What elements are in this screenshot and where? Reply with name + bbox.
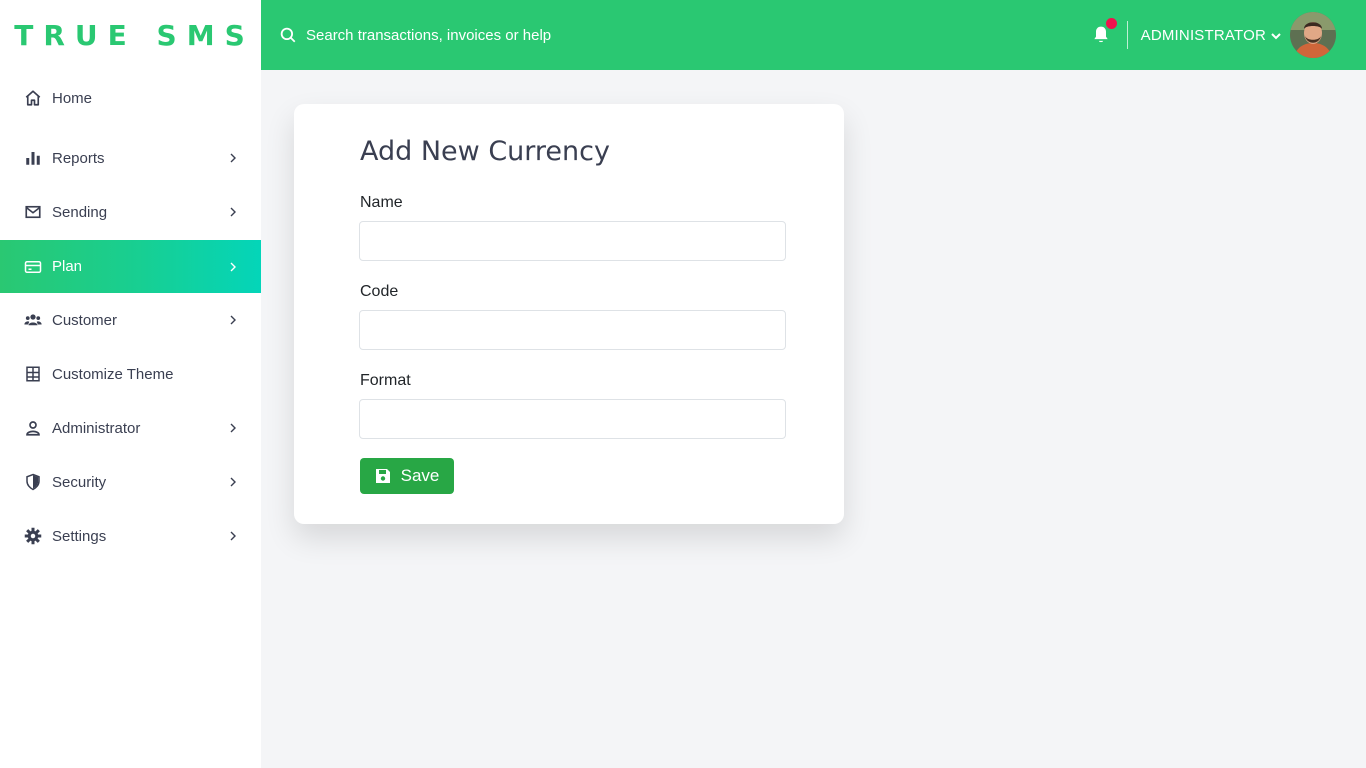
chevron-right-icon [227, 476, 239, 488]
envelope-icon [24, 203, 42, 221]
page-title: Add New Currency [360, 136, 610, 167]
sidebar-item-label: Reports [52, 149, 105, 167]
sidebar-item-security[interactable]: Security [0, 456, 261, 508]
add-currency-card: Add New Currency Name Code Format Save [294, 104, 844, 524]
sidebar-item-home[interactable]: Home [0, 72, 261, 124]
search-icon[interactable] [279, 26, 297, 44]
sidebar: TRUE SMS Home Reports Sending Plan Custo… [0, 0, 261, 768]
floppy-disk-icon [375, 468, 391, 484]
sidebar-item-label: Customize Theme [52, 365, 174, 383]
sidebar-item-label: Administrator [52, 419, 141, 437]
sidebar-item-administrator[interactable]: Administrator [0, 402, 261, 454]
search-bar [279, 17, 699, 53]
sidebar-item-label: Security [52, 473, 107, 491]
name-field[interactable] [359, 221, 786, 261]
credit-card-icon [24, 258, 42, 276]
name-label: Name [360, 194, 403, 211]
sidebar-item-sending[interactable]: Sending [0, 186, 261, 238]
sidebar-item-label: Customer [52, 311, 118, 329]
code-label: Code [360, 283, 399, 300]
format-label: Format [360, 372, 411, 389]
gear-icon [24, 527, 42, 545]
chevron-right-icon [227, 261, 239, 273]
chevron-right-icon [227, 206, 239, 218]
sidebar-item-customize-theme[interactable]: Customize Theme [0, 348, 261, 400]
home-icon [24, 89, 42, 107]
user-icon [24, 419, 42, 437]
chevron-right-icon [227, 422, 239, 434]
format-field[interactable] [359, 399, 786, 439]
chevron-right-icon [227, 314, 239, 326]
sidebar-item-settings[interactable]: Settings [0, 510, 261, 562]
divider [1126, 21, 1128, 49]
chevron-down-icon[interactable] [1270, 29, 1282, 41]
code-field[interactable] [359, 310, 786, 350]
sidebar-item-label: Plan [52, 258, 83, 275]
notification-badge [1105, 18, 1117, 29]
bar-chart-icon [24, 149, 42, 167]
sidebar-item-label: Home [52, 89, 93, 107]
search-input[interactable] [306, 26, 686, 44]
grid-icon [24, 365, 42, 383]
brand-logo[interactable]: TRUE SMS [0, 0, 261, 70]
chevron-right-icon [227, 530, 239, 542]
avatar[interactable] [1290, 12, 1336, 58]
brand-name: TRUE SMS [14, 18, 255, 52]
top-bar: ADMINISTRATOR [261, 0, 1366, 70]
sidebar-item-customer[interactable]: Customer [0, 294, 261, 346]
shield-icon [24, 473, 42, 491]
bell-icon[interactable] [1091, 18, 1117, 45]
sidebar-item-label: Sending [52, 203, 108, 221]
sidebar-item-plan[interactable]: Plan [0, 240, 261, 293]
save-button-label: Save [400, 466, 440, 485]
users-icon [24, 311, 42, 329]
save-button[interactable]: Save [360, 458, 454, 494]
user-area: ADMINISTRATOR [1091, 0, 1336, 70]
sidebar-item-reports[interactable]: Reports [0, 132, 261, 184]
chevron-right-icon [227, 152, 239, 164]
user-menu-label[interactable]: ADMINISTRATOR [1141, 27, 1266, 44]
sidebar-item-label: Settings [52, 527, 107, 545]
